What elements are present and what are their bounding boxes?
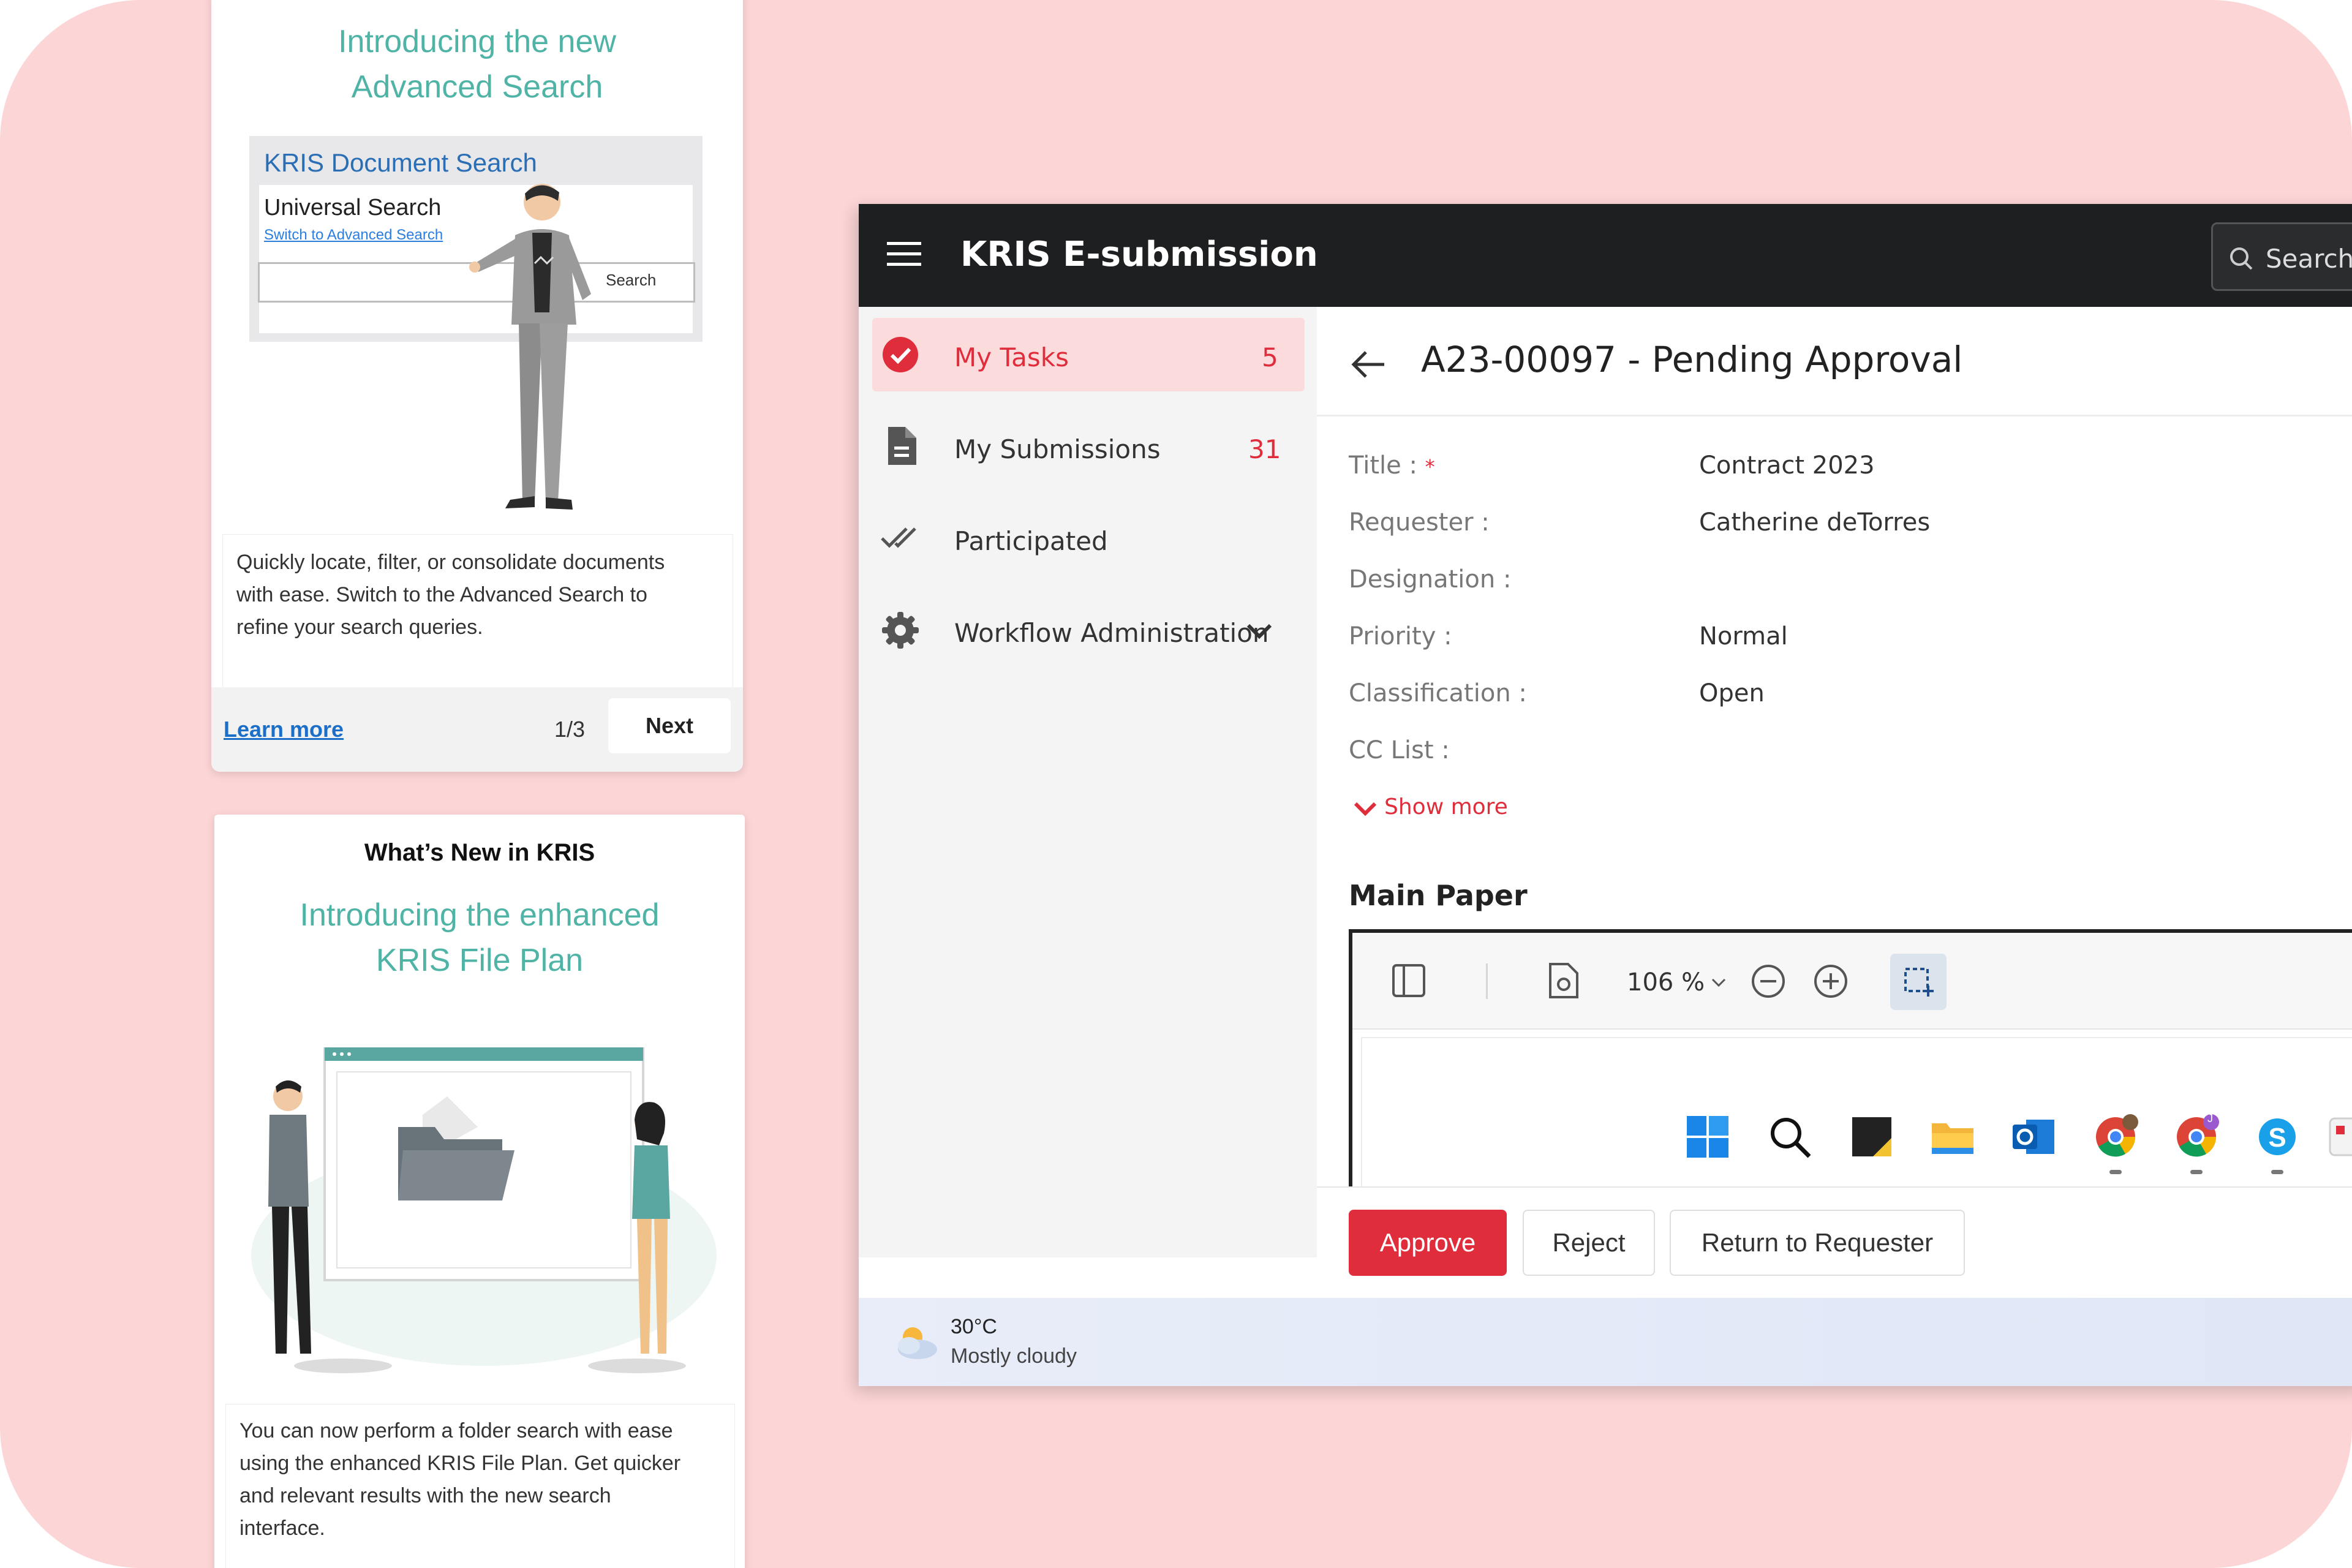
sidebar-item-my-submissions[interactable]: My Submissions 31 bbox=[872, 410, 1305, 483]
weather-description: Mostly cloudy bbox=[951, 1344, 1077, 1368]
return-to-requester-button[interactable]: Return to Requester bbox=[1670, 1210, 1965, 1276]
sidebar-item-count: 5 bbox=[1262, 342, 1278, 372]
skype-icon[interactable]: S bbox=[2254, 1114, 2301, 1160]
field-label-classification: Classification : bbox=[1349, 679, 1527, 707]
sidebar-item-label: My Submissions bbox=[954, 434, 1161, 464]
next-button[interactable]: Next bbox=[608, 698, 731, 753]
zoom-out-icon[interactable] bbox=[1751, 963, 1786, 999]
canvas: Introducing the new Advanced Search KRIS… bbox=[0, 0, 2352, 1568]
learn-more-link[interactable]: Learn more bbox=[224, 717, 344, 742]
sticky-notes-icon[interactable] bbox=[1849, 1114, 1895, 1160]
check-circle-icon bbox=[883, 337, 918, 372]
card-headline-line2: Advanced Search bbox=[351, 69, 603, 105]
card-body-line2: with ease. Switch to the Advanced Search… bbox=[236, 583, 647, 606]
field-label-priority: Priority : bbox=[1349, 622, 1452, 650]
search-icon bbox=[2230, 247, 2253, 270]
chrome-profile-badge: J bbox=[2207, 1112, 2213, 1125]
required-asterisk: * bbox=[1425, 455, 1435, 478]
title-divider bbox=[1317, 415, 2352, 417]
file-plan-illustration bbox=[251, 1047, 717, 1373]
chevron-down-icon bbox=[1711, 978, 1726, 987]
chrome-icon[interactable] bbox=[2092, 1114, 2139, 1160]
svg-text:S: S bbox=[2268, 1123, 2286, 1153]
selection-icon bbox=[1904, 968, 1934, 997]
sidebar-item-label: Workflow Administration bbox=[954, 618, 1269, 648]
chevron-down-icon bbox=[1246, 624, 1272, 639]
sidebar-item-workflow-administration[interactable]: Workflow Administration bbox=[872, 594, 1305, 667]
file-explorer-icon[interactable] bbox=[1929, 1114, 1976, 1160]
card-body-line4: interface. bbox=[239, 1517, 325, 1540]
back-arrow-icon[interactable] bbox=[1351, 350, 1385, 379]
whats-new-card-file-plan: What’s New in KRIS Introducing the enhan… bbox=[214, 815, 745, 1568]
field-label-cc-list: CC List : bbox=[1349, 736, 1450, 764]
field-label-title: Title : * bbox=[1349, 451, 1435, 480]
card-heading: What’s New in KRIS bbox=[364, 839, 595, 866]
zoom-value: 106 % bbox=[1627, 968, 1705, 997]
page-settings-icon[interactable] bbox=[1548, 962, 1579, 999]
viewer-toolbar: 106 % bbox=[1352, 933, 2352, 1030]
card-body-line2: using the enhanced KRIS File Plan. Get q… bbox=[239, 1452, 681, 1475]
zoom-in-icon[interactable] bbox=[1813, 963, 1849, 999]
sidebar-item-label: My Tasks bbox=[954, 342, 1069, 372]
search-label: Search bbox=[2266, 244, 2352, 274]
zoom-select[interactable]: 106 % bbox=[1619, 960, 1730, 1004]
show-more-toggle[interactable]: Show more bbox=[1351, 792, 1535, 823]
weather-temperature: 30°C bbox=[951, 1315, 997, 1338]
pager-indicator: 1/3 bbox=[554, 717, 586, 742]
illustration-subtitle: Universal Search bbox=[264, 195, 442, 221]
sidebar-toggle-icon[interactable] bbox=[1392, 963, 1426, 998]
card-body-line1: You can now perform a folder search with… bbox=[239, 1419, 673, 1442]
card-body-line3: and relevant results with the new search bbox=[239, 1484, 611, 1507]
reject-button[interactable]: Reject bbox=[1523, 1210, 1655, 1276]
card-body-line3: refine your search queries. bbox=[236, 616, 483, 639]
outlook-icon[interactable] bbox=[2010, 1114, 2057, 1160]
main-paper-heading: Main Paper bbox=[1349, 879, 1528, 912]
sidebar-item-label: Participated bbox=[954, 526, 1108, 556]
global-search[interactable]: Search bbox=[2211, 222, 2352, 291]
app-icon-partial[interactable] bbox=[2328, 1114, 2352, 1160]
taskbar: 30°C Mostly cloudy bbox=[859, 1298, 2352, 1386]
page-title: A23-00097 - Pending Approval bbox=[1421, 339, 1963, 380]
sidebar: My Tasks 5 My Submissions 31 Participate… bbox=[859, 307, 1317, 1257]
search-icon[interactable] bbox=[1766, 1114, 1813, 1160]
card-headline-line2: KRIS File Plan bbox=[375, 943, 584, 978]
windows-start-icon[interactable] bbox=[1684, 1114, 1731, 1160]
field-label-requester: Requester : bbox=[1349, 508, 1490, 537]
field-value-classification: Open bbox=[1699, 679, 1765, 707]
action-bar: Approve Reject Return to Requester bbox=[1317, 1186, 2352, 1299]
document-icon bbox=[888, 427, 916, 465]
field-value-priority: Normal bbox=[1699, 622, 1788, 650]
toolbar-divider bbox=[1486, 963, 1488, 999]
show-more-label: Show more bbox=[1384, 794, 1508, 820]
card-headline-line1: Introducing the enhanced bbox=[300, 897, 660, 933]
field-value-title: Contract 2023 bbox=[1699, 451, 1875, 480]
field-label-designation: Designation : bbox=[1349, 565, 1512, 594]
chevron-down-icon bbox=[1354, 802, 1377, 816]
whats-new-card-advanced-search: Introducing the new Advanced Search KRIS… bbox=[211, 0, 743, 772]
gear-icon bbox=[882, 612, 919, 649]
illustration-link: Switch to Advanced Search bbox=[264, 227, 443, 243]
double-check-icon bbox=[881, 527, 916, 548]
area-select-button[interactable] bbox=[1890, 954, 1947, 1010]
hamburger-menu-icon[interactable] bbox=[887, 241, 921, 268]
card-headline-line1: Introducing the new bbox=[338, 24, 616, 59]
sidebar-item-my-tasks[interactable]: My Tasks 5 bbox=[872, 318, 1305, 391]
card-body-box: Quickly locate, filter, or consolidate d… bbox=[222, 534, 733, 688]
sidebar-item-count: 31 bbox=[1248, 434, 1281, 464]
card-footer: Learn more 1/3 Next bbox=[211, 687, 743, 772]
presenter-illustration bbox=[469, 184, 591, 510]
running-indicator bbox=[2190, 1170, 2203, 1174]
app-title: KRIS E-submission bbox=[960, 235, 1318, 274]
card-body-line1: Quickly locate, filter, or consolidate d… bbox=[236, 551, 665, 574]
app-window: KRIS E-submission Search My Tasks 5 My S… bbox=[859, 204, 2352, 1386]
card-body-box: You can now perform a folder search with… bbox=[225, 1404, 735, 1568]
sidebar-item-participated[interactable]: Participated bbox=[872, 502, 1305, 575]
running-indicator bbox=[2271, 1170, 2283, 1174]
approve-button[interactable]: Approve bbox=[1349, 1210, 1507, 1276]
field-label: Title : bbox=[1349, 451, 1417, 480]
field-value-requester: Catherine deTorres bbox=[1699, 508, 1931, 537]
running-indicator bbox=[2109, 1170, 2122, 1174]
weather-cloudy-icon[interactable] bbox=[891, 1322, 940, 1362]
top-bar: KRIS E-submission Search bbox=[859, 204, 2352, 307]
